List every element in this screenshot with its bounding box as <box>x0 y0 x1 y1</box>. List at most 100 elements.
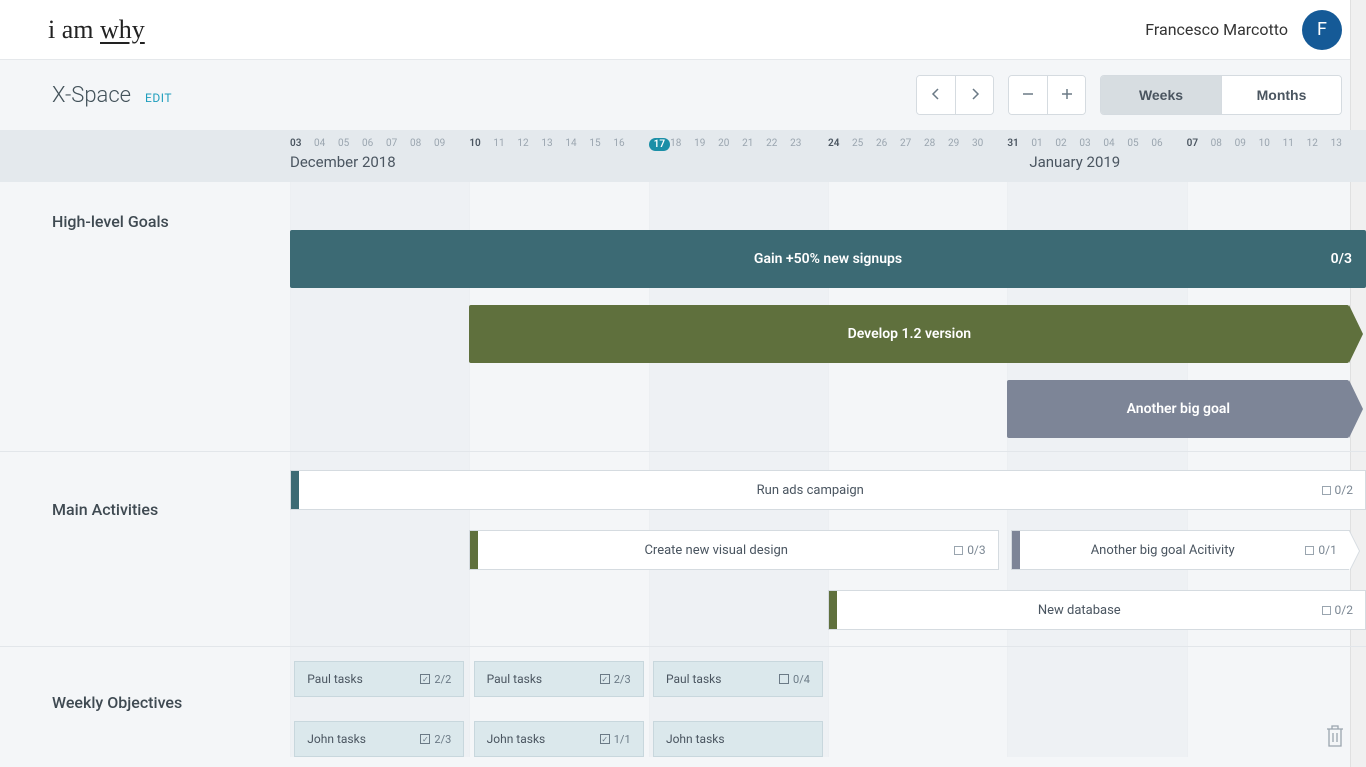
activity-bar-ads[interactable]: Run ads campaign 0/2 <box>290 470 1366 510</box>
task-card[interactable]: Paul tasks0/4 <box>653 661 823 697</box>
month-label: January 2019 <box>1029 153 1186 171</box>
day-number: 19 <box>694 138 718 151</box>
activity-count: 0/1 <box>1318 543 1336 557</box>
day-number: 07 <box>386 138 410 149</box>
task-card[interactable]: John tasks ✓2/3 <box>294 721 464 757</box>
activity-label: Run ads campaign <box>299 483 1322 498</box>
trash-icon[interactable] <box>1324 723 1346 753</box>
view-months-button[interactable]: Months <box>1221 76 1341 114</box>
section-goals: High-level Goals Gain +50% new signups 0… <box>0 182 1366 452</box>
day-number: 29 <box>948 138 972 149</box>
next-button[interactable] <box>955 76 993 114</box>
day-number: 22 <box>766 138 790 151</box>
day-number: 26 <box>876 138 900 149</box>
day-number: 04 <box>314 138 338 149</box>
task-label: Paul tasks <box>666 672 721 686</box>
section-label-activities: Main Activities <box>0 452 290 646</box>
plus-icon <box>1060 87 1074 104</box>
day-number: 15 <box>589 138 613 149</box>
prev-button[interactable] <box>917 76 955 114</box>
day-number: 12 <box>517 138 541 149</box>
day-number: 03 <box>290 138 314 149</box>
week-header: 10111213141516 <box>469 130 648 182</box>
check-icon <box>779 674 789 684</box>
day-number: 08 <box>410 138 434 149</box>
day-number: 14 <box>565 138 589 149</box>
goal-bar-signups[interactable]: Gain +50% new signups 0/3 <box>290 230 1366 288</box>
goal-label: Develop 1.2 version <box>848 326 971 342</box>
activity-label: Create new visual design <box>478 543 954 558</box>
day-number: 02 <box>1055 138 1079 149</box>
activity-label: New database <box>837 603 1322 618</box>
top-bar: i am why Francesco Marcotto F <box>0 0 1366 60</box>
week-header: 24252627282930 <box>828 130 1007 182</box>
avatar[interactable]: F <box>1302 10 1342 50</box>
day-number: 07 <box>1187 138 1211 149</box>
app-logo: i am why <box>48 15 145 45</box>
nav-buttons <box>916 75 994 115</box>
day-number: 03 <box>1079 138 1103 149</box>
day-number: 31 <box>1007 138 1031 149</box>
task-count: ✓2/3 <box>420 733 451 746</box>
task-count: ✓2/2 <box>420 673 451 686</box>
check-icon: ✓ <box>420 674 430 684</box>
logo-word: why <box>100 15 145 44</box>
sub-bar: X-Space EDIT Weeks Months <box>0 60 1366 130</box>
view-toggle: Weeks Months <box>1100 75 1342 115</box>
day-number: 06 <box>1151 138 1175 149</box>
zoom-in-button[interactable] <box>1047 76 1085 114</box>
timeline-header: 03040506070809December 20181011121314151… <box>0 130 1366 182</box>
task-label: Paul tasks <box>487 672 542 686</box>
goal-label: Gain +50% new signups <box>754 251 902 267</box>
day-number: 11 <box>1283 138 1307 149</box>
view-weeks-button[interactable]: Weeks <box>1101 76 1221 114</box>
day-number: 05 <box>1127 138 1151 149</box>
day-number: 18 <box>670 138 694 151</box>
day-number: 10 <box>1259 138 1283 149</box>
goal-bar-develop[interactable]: Develop 1.2 version <box>469 305 1349 363</box>
zoom-buttons <box>1008 75 1086 115</box>
user-area: Francesco Marcotto F <box>1145 10 1342 50</box>
day-number: 30 <box>972 138 996 149</box>
goal-count: 0/3 <box>1331 251 1352 267</box>
activity-bar-anothergoal[interactable]: Another big goal Acitivity 0/1 <box>1011 530 1350 570</box>
day-number: 23 <box>790 138 814 151</box>
activity-bar-design[interactable]: Create new visual design 0/3 <box>469 530 998 570</box>
zoom-out-button[interactable] <box>1009 76 1047 114</box>
task-label: John tasks <box>487 732 546 746</box>
timeline: 03040506070809December 20181011121314151… <box>0 130 1366 757</box>
task-label: John tasks <box>307 732 366 746</box>
task-count: ✓2/3 <box>600 673 631 686</box>
goal-bar-another[interactable]: Another big goal <box>1007 380 1349 438</box>
section-label-objectives: Weekly Objectives <box>0 647 290 757</box>
day-number: 09 <box>1235 138 1259 149</box>
minus-icon <box>1021 87 1035 104</box>
day-number: 20 <box>718 138 742 151</box>
day-number: 10 <box>469 138 493 149</box>
chevron-left-icon <box>931 87 941 104</box>
task-card[interactable]: John tasks✓1/1 <box>474 721 644 757</box>
activity-count: 0/2 <box>1335 603 1353 617</box>
day-number: 17 <box>649 138 670 151</box>
week-header: 07080910111213 <box>1187 130 1366 182</box>
user-name: Francesco Marcotto <box>1145 20 1288 39</box>
space-title: X-Space <box>52 83 131 108</box>
activity-count: 0/3 <box>967 543 985 557</box>
section-label-goals: High-level Goals <box>0 182 290 451</box>
day-number: 24 <box>828 138 852 149</box>
check-icon: ✓ <box>600 734 610 744</box>
activity-bar-database[interactable]: New database 0/2 <box>828 590 1366 630</box>
day-number: 01 <box>1031 138 1055 149</box>
day-number: 27 <box>900 138 924 149</box>
day-number: 25 <box>852 138 876 149</box>
task-card[interactable]: Paul tasks ✓2/3 <box>474 661 644 697</box>
edit-link[interactable]: EDIT <box>145 91 172 105</box>
activity-label: Another big goal Acitivity <box>1020 543 1305 558</box>
task-label: Paul tasks <box>307 672 362 686</box>
logo-prefix: i am <box>48 15 100 44</box>
day-number: 11 <box>493 138 517 149</box>
task-card[interactable]: John tasks <box>653 721 823 757</box>
task-card[interactable]: Paul tasks ✓2/2 <box>294 661 464 697</box>
day-number: 04 <box>1103 138 1127 149</box>
week-header: 03040506070809December 2018 <box>290 130 469 182</box>
